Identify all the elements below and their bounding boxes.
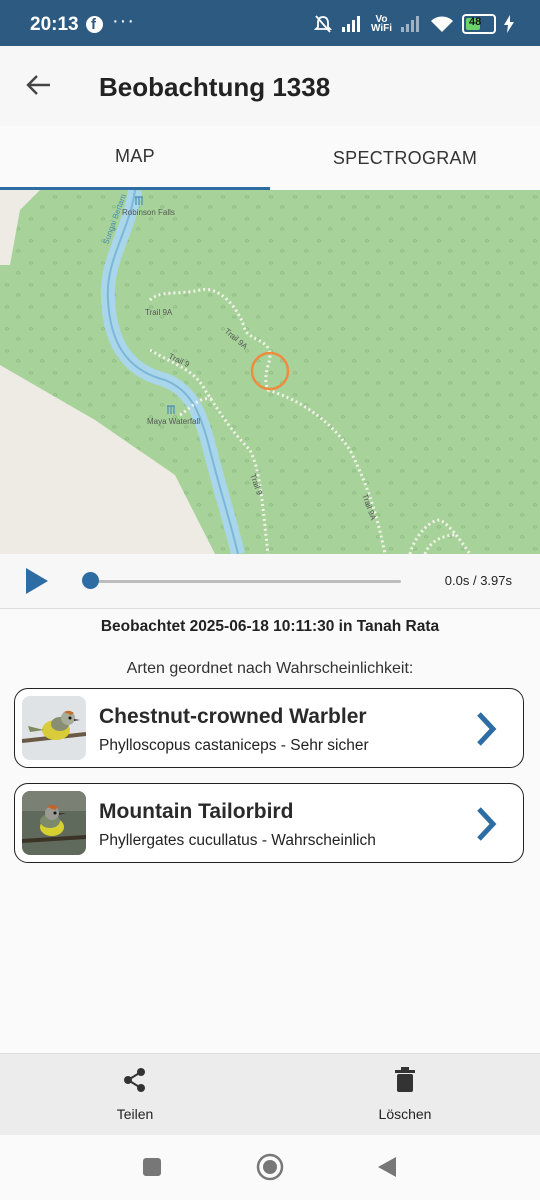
delete-label: Löschen xyxy=(378,1106,432,1122)
share-icon xyxy=(124,1068,145,1092)
bird-photo xyxy=(22,696,86,760)
tab-spectrogram[interactable]: SPECTROGRAM xyxy=(270,126,540,190)
mute-icon xyxy=(313,15,333,33)
charging-icon xyxy=(504,15,514,33)
waterfall-icon xyxy=(135,196,143,205)
species-common-name: Chestnut-crowned Warbler xyxy=(99,705,367,728)
species-detail: Phylloscopus castaniceps - Sehr sicher xyxy=(99,737,369,754)
status-icons: Vo WiFi 48 xyxy=(313,14,514,34)
progress-thumb[interactable] xyxy=(82,572,99,589)
share-label: Teilen xyxy=(116,1106,154,1122)
status-time: 20:13 xyxy=(30,14,79,35)
bird-photo xyxy=(22,791,86,855)
system-nav-bar xyxy=(0,1135,540,1200)
map-canvas: Robinson Falls Trail 9A Trail 9A Trail 9… xyxy=(0,190,540,554)
home-icon[interactable] xyxy=(256,1153,284,1181)
map-view[interactable]: Robinson Falls Trail 9A Trail 9A Trail 9… xyxy=(0,190,540,554)
wifi-icon xyxy=(431,16,453,32)
signal-2-icon xyxy=(401,16,419,32)
species-heading: Arten geordnet nach Wahrscheinlichkeit: xyxy=(126,660,414,677)
tab-bar: MAP SPECTROGRAM xyxy=(0,126,540,190)
playback-time: 0.0s / 3.97s xyxy=(444,573,512,588)
battery-icon: 48 xyxy=(462,14,496,34)
back-arrow-icon[interactable] xyxy=(22,68,56,102)
tab-map[interactable]: MAP xyxy=(0,126,270,190)
species-card[interactable]: Mountain Tailorbird Phyllergates cuculla… xyxy=(14,783,524,863)
app-bar: Beobachtung 1338 xyxy=(0,46,540,127)
more-notifications-icon: ··· xyxy=(112,10,135,32)
map-label-maya-waterfall: Maya Waterfall xyxy=(147,417,200,426)
audio-player: 0.0s / 3.97s xyxy=(0,554,540,609)
map-label-trail9a-1: Trail 9A xyxy=(145,308,173,317)
bottom-action-bar: Teilen Löschen xyxy=(0,1053,540,1136)
species-common-name: Mountain Tailorbird xyxy=(99,800,294,823)
play-icon[interactable] xyxy=(26,568,48,594)
status-bar: 20:13 f ··· Vo WiFi 48 xyxy=(0,0,540,46)
facebook-icon: f xyxy=(86,16,103,33)
map-label-robinson: Robinson Falls xyxy=(122,208,175,217)
waterfall-icon-2 xyxy=(167,405,175,414)
delete-button[interactable]: Löschen xyxy=(270,1054,540,1136)
observation-info: Beobachtet 2025-06-18 10:11:30 in Tanah … xyxy=(100,618,440,635)
share-button[interactable]: Teilen xyxy=(0,1054,270,1136)
page-title: Beobachtung 1338 xyxy=(99,72,331,102)
trash-icon xyxy=(395,1067,415,1092)
back-icon[interactable] xyxy=(376,1155,398,1179)
species-card[interactable]: Chestnut-crowned Warbler Phylloscopus ca… xyxy=(14,688,524,768)
vowifi-icon: Vo WiFi xyxy=(370,14,392,34)
recents-icon[interactable] xyxy=(142,1157,162,1177)
chevron-right-icon[interactable] xyxy=(471,804,501,844)
chevron-right-icon[interactable] xyxy=(471,709,501,749)
species-detail: Phyllergates cucullatus - Wahrscheinlich xyxy=(99,832,376,849)
signal-icon xyxy=(341,16,360,32)
progress-track[interactable] xyxy=(91,580,401,583)
